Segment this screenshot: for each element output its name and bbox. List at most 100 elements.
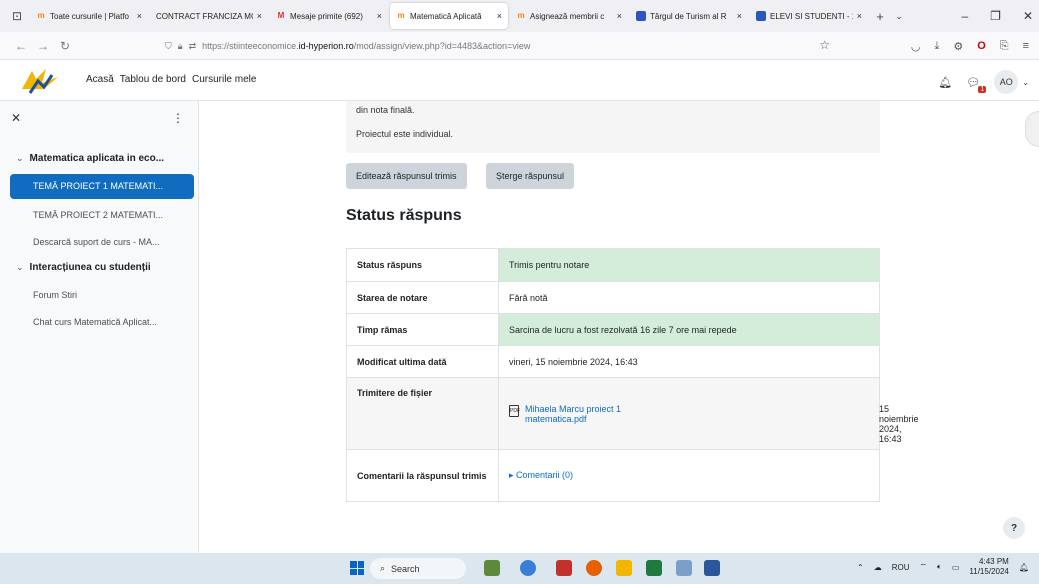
bookmark-star-icon[interactable]: ☆	[819, 38, 830, 52]
windows-taskbar: ⌕ Search ⌃ ☁ ROU ⌔ 🔈︎ ▭ 4:43 PM 11/15/20…	[0, 553, 1039, 584]
tab-close-icon[interactable]: ×	[137, 11, 142, 21]
notification-bell-icon[interactable]: 🔔︎	[1019, 563, 1029, 572]
section-label: Interacțiunea cu studenții	[29, 262, 151, 273]
browser-tab-active[interactable]: m Matematică Aplicată ×	[390, 3, 508, 29]
address-bar[interactable]: ⛉ 🔒︎ ⇄ https://stiinteeconomice.id-hyper…	[165, 36, 830, 56]
minimize-icon[interactable]: –	[961, 9, 968, 23]
maximize-icon[interactable]: ❐	[990, 9, 1001, 23]
drawer-item-chat[interactable]: Chat curs Matematică Aplicat...	[10, 310, 194, 335]
drawer-item-project2[interactable]: TEMĂ PROIECT 2 MATEMATI...	[10, 203, 194, 228]
back-icon[interactable]: ←	[10, 39, 32, 53]
course-index-drawer: ✕ ⋮ ⌄ Matematica aplicata in eco... TEMĂ…	[0, 101, 199, 553]
file-submission-cell: PDF Mihaela Marcu proiect 1 matematica.p…	[498, 377, 919, 450]
moodle-favicon-icon: m	[37, 11, 45, 20]
reload-icon[interactable]: ↻	[54, 39, 76, 53]
drawer-item-project1[interactable]: TEMĂ PROIECT 1 MATEMATI...	[10, 174, 194, 199]
notepad-app-icon[interactable]	[676, 560, 692, 576]
browser-tab[interactable]: ELEVI SI STUDENTI - 1 ×	[750, 3, 868, 29]
browser-tab[interactable]: M Mesaje primite (692) ×	[270, 3, 388, 29]
tab-close-icon[interactable]: ×	[377, 11, 382, 21]
edit-submission-button[interactable]: Editează răspunsul trimis	[346, 163, 467, 189]
file-link[interactable]: matematica.pdf	[525, 414, 621, 424]
clock-time: 4:43 PM	[979, 557, 1009, 566]
tab-close-icon[interactable]: ×	[257, 11, 262, 21]
taskbar-search[interactable]: ⌕ Search	[370, 558, 466, 579]
battery-icon[interactable]: ▭	[952, 563, 960, 572]
section-interaction[interactable]: ⌄ Interacțiunea cu studenții	[16, 262, 151, 273]
system-tray: ⌃ ☁ ROU ⌔ 🔈︎ ▭ 4:43 PM 11/15/2024 🔔︎	[857, 557, 1029, 577]
assignment-description: din nota finală. Proiectul este individu…	[346, 101, 880, 153]
weather-app-icon[interactable]	[484, 560, 500, 576]
comments-toggle[interactable]: ▸ Comentarii (0)	[509, 470, 573, 480]
tab-title: Târgul de Turism al R	[650, 11, 727, 21]
message-count-badge: 1	[978, 85, 987, 93]
tab-close-icon[interactable]: ×	[617, 11, 622, 21]
table-row: Starea de notare Fără notă	[346, 281, 880, 314]
tab-title: Mesaje primite (692)	[290, 11, 363, 21]
row-value: Trimis pentru notare	[498, 248, 880, 282]
tab-overview-icon[interactable]: ⊡	[4, 3, 30, 29]
pdf-app-icon[interactable]	[556, 560, 572, 576]
drawer-item-forum[interactable]: Forum Stiri	[10, 283, 194, 308]
close-window-icon[interactable]: ✕	[1023, 9, 1033, 23]
tray-chevron-icon[interactable]: ⌃	[857, 563, 864, 572]
lock-icon[interactable]: 🔒︎	[178, 41, 183, 52]
permissions-icon[interactable]: ⇄	[189, 41, 197, 52]
user-menu-area: 🔔︎ 💬︎ 1 AO ⌄	[938, 70, 1029, 94]
messages-icon[interactable]: 💬︎ 1	[966, 76, 987, 93]
new-tab-button[interactable]: +	[870, 9, 890, 24]
pocket-icon[interactable]: ◡	[911, 40, 921, 53]
status-heading: Status răspuns	[346, 207, 462, 224]
excel-app-icon[interactable]	[646, 560, 662, 576]
table-row: Modificat ultima dată vineri, 15 noiembr…	[346, 345, 880, 378]
volume-icon[interactable]: 🔈︎	[937, 562, 942, 572]
browser-tab[interactable]: CONTRACT FRANCIZA MC ×	[150, 3, 268, 29]
browser-tab-strip: ⊡ m Toate cursurile | Platfo × CONTRACT …	[0, 0, 1039, 32]
delete-submission-button[interactable]: Șterge răspunsul	[486, 163, 575, 189]
tab-list-chevron-icon[interactable]: ⌄	[890, 11, 908, 22]
extensions-icon[interactable]: ⚙	[953, 40, 963, 53]
nav-home[interactable]: Acasă	[86, 74, 114, 85]
downloads-icon[interactable]: ⤓	[934, 40, 939, 53]
row-label: Status răspuns	[346, 248, 499, 282]
language-indicator[interactable]: ROU	[892, 563, 910, 572]
more-options-icon[interactable]: ⋮	[172, 111, 184, 125]
weather-tray-icon[interactable]: ☁	[874, 563, 882, 572]
clock[interactable]: 4:43 PM 11/15/2024	[969, 557, 1008, 577]
browser-tab[interactable]: Târgul de Turism al R ×	[630, 3, 748, 29]
section-course[interactable]: ⌄ Matematica aplicata in eco...	[16, 153, 164, 164]
drawer-item-course-support[interactable]: Descarcă suport de curs - MA...	[10, 230, 194, 255]
tab-close-icon[interactable]: ×	[497, 11, 502, 21]
shield-icon[interactable]: ⛉	[165, 41, 172, 52]
file-explorer-icon[interactable]	[616, 560, 632, 576]
block-drawer-toggle[interactable]	[1025, 111, 1039, 147]
help-button[interactable]: ?	[1003, 517, 1025, 539]
user-menu-chevron-icon[interactable]: ⌄	[1022, 78, 1029, 87]
ublock-icon[interactable]: O	[977, 40, 986, 52]
windows-start-icon[interactable]	[350, 561, 364, 575]
gmail-favicon-icon: M	[277, 11, 285, 20]
notifications-bell-icon[interactable]: 🔔︎	[938, 76, 952, 89]
tab-close-icon[interactable]: ×	[857, 11, 862, 21]
word-app-icon[interactable]	[704, 560, 720, 576]
user-avatar[interactable]: AO	[994, 70, 1019, 94]
section-label: Matematica aplicata in eco...	[29, 153, 165, 164]
browser-toolbar-icons: ◡ ⤓ ⚙ O ⎘ ≡	[911, 36, 1029, 56]
share-icon[interactable]: ⎘	[1000, 40, 1009, 53]
site-logo-icon[interactable]	[18, 67, 62, 95]
wifi-icon[interactable]: ⌔	[919, 562, 927, 572]
forward-icon[interactable]: →	[32, 39, 54, 53]
site-header: Acasă Tablou de bord Cursurile mele 🔔︎ 💬…	[0, 61, 1039, 101]
nav-dashboard[interactable]: Tablou de bord	[120, 74, 186, 85]
tab-title: Asignează membrii c	[530, 11, 605, 21]
firefox-app-icon[interactable]	[586, 560, 602, 576]
tab-close-icon[interactable]: ×	[737, 11, 742, 21]
browser-app-icon[interactable]	[520, 560, 536, 576]
menu-icon[interactable]: ≡	[1023, 40, 1029, 52]
close-drawer-icon[interactable]: ✕	[11, 111, 21, 125]
browser-tab[interactable]: m Toate cursurile | Platfo ×	[30, 3, 148, 29]
file-link[interactable]: Mihaela Marcu proiect 1	[525, 404, 621, 414]
tab-title: ELEVI SI STUDENTI - 1	[770, 11, 853, 21]
nav-my-courses[interactable]: Cursurile mele	[192, 74, 256, 85]
browser-tab[interactable]: m Asignează membrii c ×	[510, 3, 628, 29]
